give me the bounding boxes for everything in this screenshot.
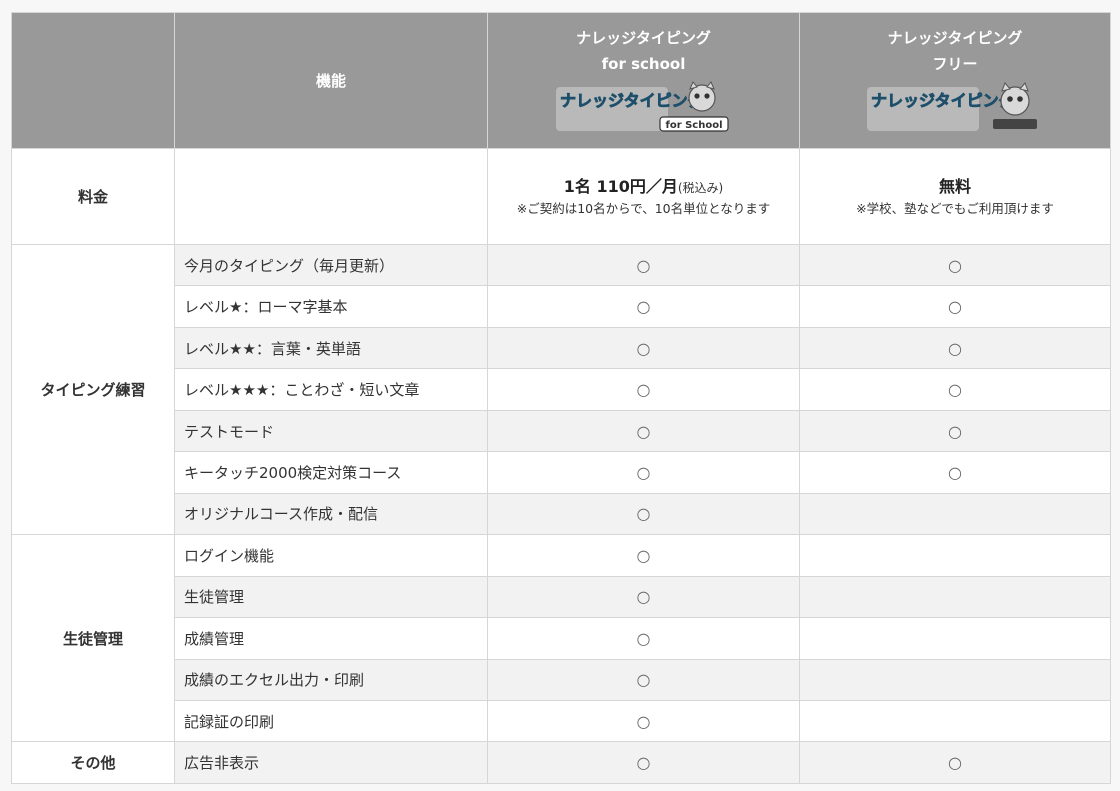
feature-label: レベル★★★：ことわざ・短い文章 (174, 368, 488, 411)
feature-label: オリジナルコース作成・配信 (174, 492, 488, 536)
table-row: タイピング練習 今月のタイピング（毎月更新） ○ ○ (11, 243, 1111, 536)
free-mark (799, 617, 1111, 660)
table-row: 成績管理 ○ (12, 617, 1111, 660)
table-row: キータッチ2000検定対策コース ○ ○ (12, 451, 1111, 494)
header-row: 機能 ナレッジタイピング for school ナレッジタイピング for Sc… (11, 12, 1111, 149)
school-mark: ○ (487, 368, 800, 411)
free-mark: ○ (799, 285, 1111, 328)
school-mark: ○ (487, 658, 800, 701)
header-free: ナレッジタイピング フリー ナレッジタイピング (799, 12, 1111, 149)
school-mark: ○ (487, 575, 800, 619)
feature-label: キータッチ2000検定対策コース (174, 451, 488, 494)
free-mark: ○ (799, 243, 1111, 287)
feature-label: ログイン機能 (174, 534, 488, 577)
free-title-line2: フリー (932, 54, 978, 73)
school-logo-text: ナレッジタイピング (560, 91, 704, 110)
table-row: その他 広告非表示 ○ ○ (11, 741, 1111, 784)
free-mark: ○ (799, 368, 1111, 411)
header-empty-cell (11, 12, 175, 149)
table-row: 生徒管理 ログイン機能 ○ (11, 534, 1111, 743)
school-logo-image: ナレッジタイピング for School (555, 80, 729, 132)
feature-label: 成績管理 (174, 617, 488, 660)
school-mark: ○ (487, 451, 800, 494)
price-free: 無料 ※学校、塾などでもご利用頂けます (799, 148, 1111, 245)
table-row: 成績のエクセル出力・印刷 ○ (12, 658, 1111, 701)
table-row: 記録証の印刷 ○ (12, 699, 1111, 743)
price-school-tax: (税込み) (677, 181, 724, 195)
header-feature: 機能 (174, 12, 488, 149)
feature-label: レベル★：ローマ字基本 (174, 285, 488, 328)
free-logo-text: ナレッジタイピング (871, 91, 1015, 110)
table-row: テストモード ○ ○ (12, 409, 1111, 453)
price-school-note: ※ご契約は10名からで、10名単位となります (516, 201, 771, 216)
school-mark: ○ (487, 741, 800, 784)
table-row: レベル★★★：ことわざ・短い文章 ○ ○ (12, 368, 1111, 411)
category-typing: タイピング練習 (11, 243, 175, 536)
comparison-table: 機能 ナレッジタイピング for school ナレッジタイピング for Sc… (11, 12, 1111, 784)
price-free-note: ※学校、塾などでもご利用頂けます (856, 201, 1054, 216)
school-mark: ○ (487, 326, 800, 370)
header-school: ナレッジタイピング for school ナレッジタイピング for Schoo… (487, 12, 800, 149)
price-school: 1名 110円／月(税込み) ※ご契約は10名からで、10名単位となります (487, 148, 800, 245)
school-mark: ○ (487, 492, 800, 536)
free-mark (799, 534, 1111, 577)
feature-label: 記録証の印刷 (174, 699, 488, 743)
school-mark: ○ (487, 409, 800, 453)
free-mark: ○ (799, 409, 1111, 453)
school-mark: ○ (487, 534, 800, 577)
category-students: 生徒管理 (11, 534, 175, 743)
school-mark: ○ (487, 617, 800, 660)
price-label: 料金 (11, 148, 175, 245)
feature-label: レベル★★：言葉・英単語 (174, 326, 488, 370)
feature-label: 成績のエクセル出力・印刷 (174, 658, 488, 701)
table-row: オリジナルコース作成・配信 ○ (12, 492, 1111, 536)
price-school-main: 1名 110円／月 (563, 177, 678, 196)
price-feature-empty (174, 148, 488, 245)
table-row: レベル★：ローマ字基本 ○ ○ (12, 285, 1111, 328)
school-logo-badge: for School (665, 120, 722, 131)
cat-mascot-icon (1000, 85, 1030, 116)
feature-label: 広告非表示 (174, 741, 488, 784)
free-mark (799, 699, 1111, 743)
free-logo-image: ナレッジタイピング (867, 81, 1037, 131)
school-title-line1: ナレッジタイピング (576, 28, 711, 47)
free-mark (799, 658, 1111, 701)
free-mark: ○ (799, 451, 1111, 494)
school-mark: ○ (487, 285, 800, 328)
free-mark (799, 575, 1111, 619)
free-logo: ナレッジタイピング (800, 81, 1110, 137)
price-free-main: 無料 (938, 177, 971, 196)
feature-label: 生徒管理 (174, 575, 488, 619)
price-row: 料金 1名 110円／月(税込み) ※ご契約は10名からで、10名単位となります… (11, 148, 1111, 245)
school-mark: ○ (487, 243, 800, 287)
school-logo: ナレッジタイピング for School (488, 80, 799, 137)
table-row: 生徒管理 ○ (12, 575, 1111, 619)
free-mark: ○ (799, 326, 1111, 370)
category-other: その他 (11, 741, 175, 784)
free-mark: ○ (799, 741, 1111, 784)
table-row: レベル★★：言葉・英単語 ○ ○ (12, 326, 1111, 370)
free-title-line1: ナレッジタイピング (887, 28, 1023, 47)
feature-label: 今月のタイピング（毎月更新） (174, 243, 488, 287)
free-mark (799, 492, 1111, 536)
feature-label: テストモード (174, 409, 488, 453)
school-mark: ○ (487, 699, 800, 743)
school-title-line2: for school (601, 54, 686, 73)
cat-mascot-icon (687, 83, 716, 112)
